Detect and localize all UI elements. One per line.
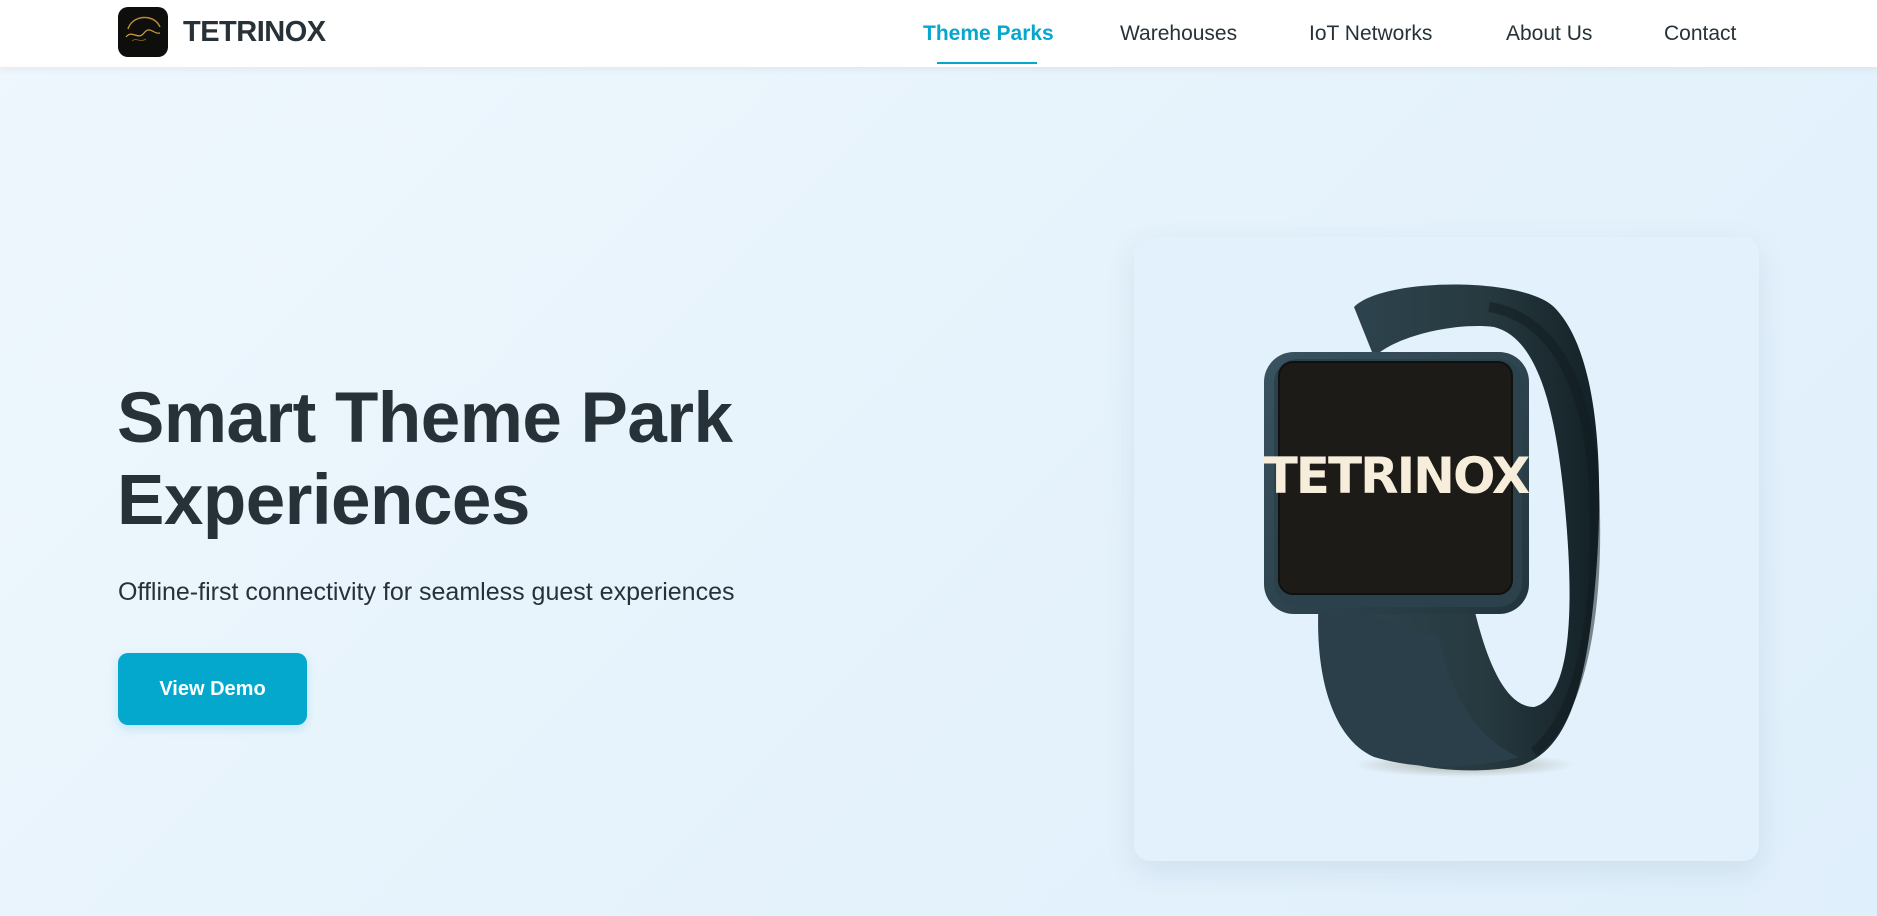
- hero-subtitle: Offline-first connectivity for seamless …: [118, 578, 735, 606]
- watch-screen-text: TETRINOX: [1264, 447, 1530, 505]
- smartwatch-icon: TETRINOX: [1264, 284, 1601, 777]
- nav-link-about-us[interactable]: About Us: [1506, 0, 1592, 67]
- active-nav-indicator: [937, 62, 1037, 64]
- nav-link-warehouses[interactable]: Warehouses: [1120, 0, 1237, 67]
- view-demo-button[interactable]: View Demo: [118, 653, 307, 725]
- nav-link-contact[interactable]: Contact: [1664, 0, 1736, 67]
- nav-link-theme-parks[interactable]: Theme Parks: [923, 0, 1054, 67]
- hero-title: Smart Theme Park Experiences: [117, 378, 877, 542]
- hero-title-line-2: Experiences: [117, 461, 530, 540]
- nav-link-iot-networks[interactable]: IoT Networks: [1309, 0, 1432, 67]
- product-image-card: TETRINOX: [1134, 237, 1759, 861]
- navbar: TETRINOX Theme Parks Warehouses IoT Netw…: [0, 0, 1877, 67]
- hero-title-line-1: Smart Theme Park: [117, 379, 733, 458]
- main-nav: Theme Parks Warehouses IoT Networks Abou…: [0, 0, 1877, 67]
